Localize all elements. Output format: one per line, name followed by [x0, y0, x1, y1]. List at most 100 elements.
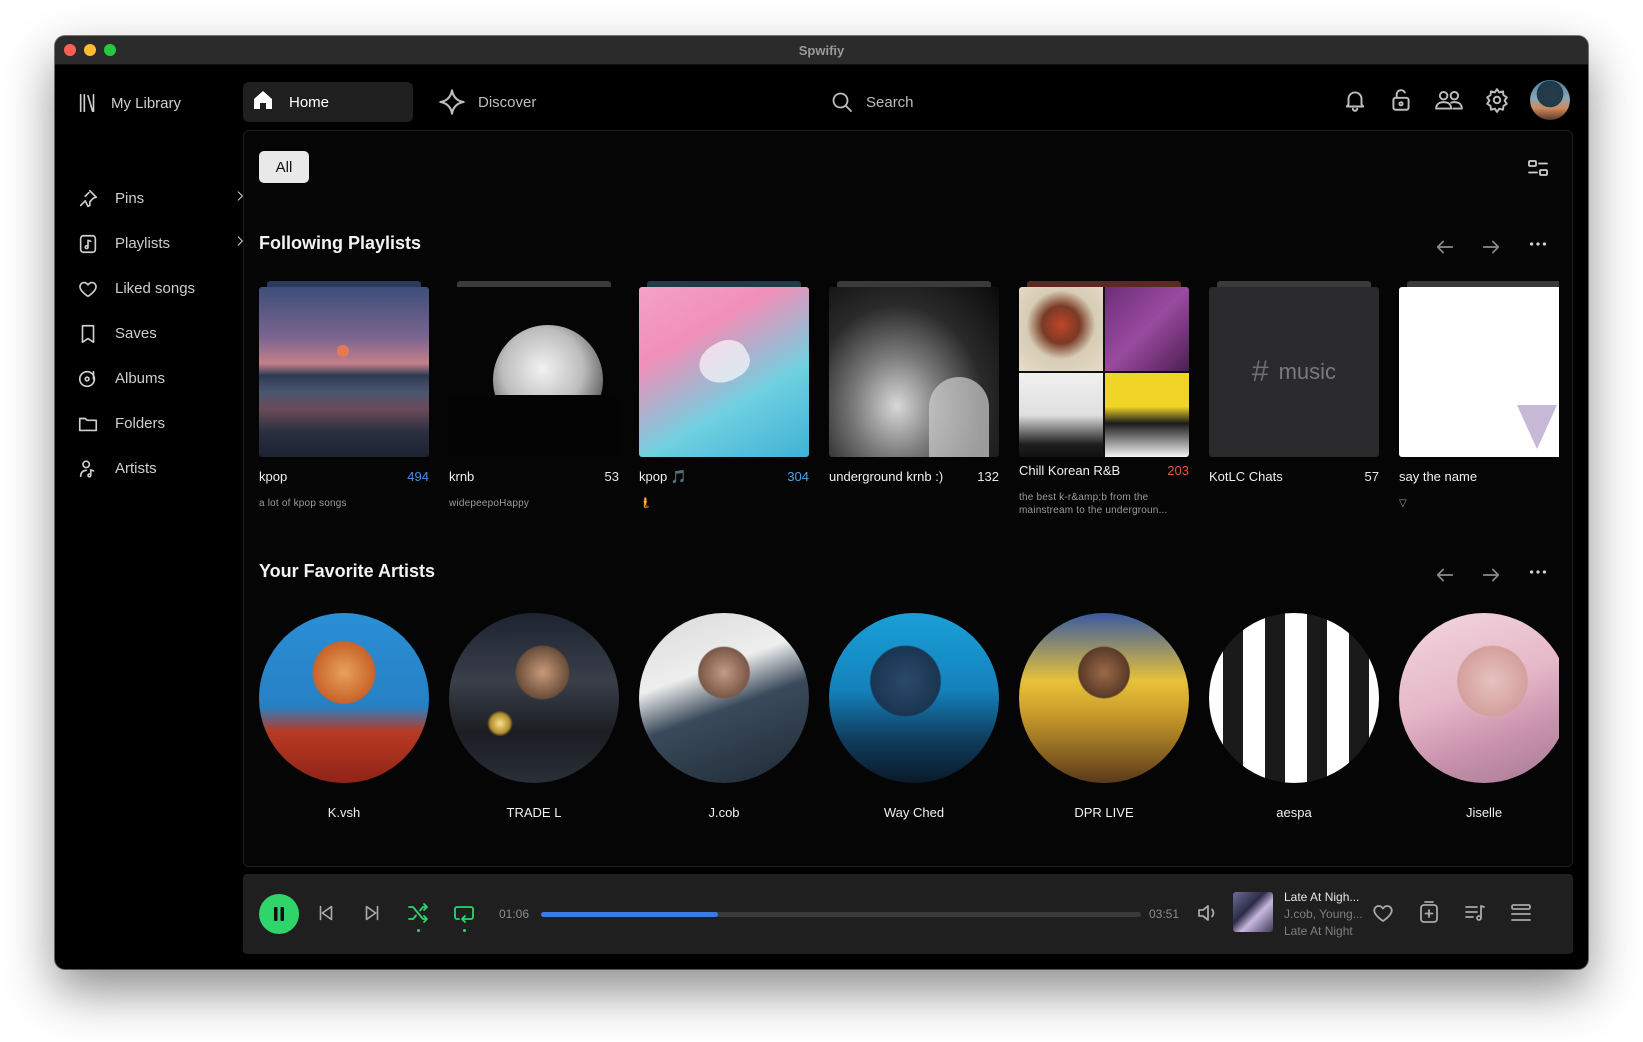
- heart-icon[interactable]: [1371, 901, 1395, 925]
- sidebar-item-label: Albums: [115, 370, 166, 387]
- pause-icon: [274, 907, 284, 921]
- arrow-left-icon[interactable]: [1434, 236, 1456, 258]
- playlist-song-count: 53: [604, 469, 619, 484]
- sidebar-item-label: Pins: [115, 190, 145, 207]
- tab-home[interactable]: Home: [243, 82, 413, 122]
- next-track-icon[interactable]: [361, 902, 383, 924]
- artist-name: TRADE L: [506, 805, 562, 820]
- playlist-description: widepeepoHappy: [449, 498, 530, 509]
- now-playing-title[interactable]: Late At Nigh...: [1284, 890, 1359, 904]
- search-icon: [830, 90, 854, 114]
- gear-icon[interactable]: [1484, 87, 1510, 113]
- tab-discover[interactable]: Discover: [438, 82, 536, 122]
- arrow-right-icon[interactable]: [1480, 564, 1502, 586]
- playlist-song-count: 57: [1364, 469, 1379, 484]
- folder-icon: [77, 413, 99, 435]
- queue-icon[interactable]: [1509, 901, 1533, 925]
- playlist-cover: [829, 287, 999, 457]
- playlist-cover: [639, 287, 809, 457]
- playlist-song-count: 203: [1167, 463, 1189, 478]
- filter-settings-icon[interactable]: [1526, 156, 1550, 180]
- artist-name: J.cob: [708, 805, 740, 820]
- section-title-artists: Your Favorite Artists: [259, 561, 436, 581]
- window-title: Spwifiy: [798, 43, 845, 58]
- lyrics-icon[interactable]: [1463, 901, 1487, 925]
- artist-photo: [259, 613, 429, 783]
- sidebar-item-pins[interactable]: Pins: [77, 176, 243, 221]
- playlist-name: say the name: [1399, 469, 1478, 484]
- previous-track-icon[interactable]: [315, 902, 337, 924]
- volume-icon[interactable]: [1195, 901, 1219, 925]
- pin-icon: [77, 188, 99, 210]
- playlist-song-count: 132: [977, 469, 999, 484]
- tab-home-label: Home: [289, 93, 330, 111]
- collage-tile: [1019, 287, 1103, 371]
- friends-icon[interactable]: [1434, 87, 1464, 113]
- sidebar-item-saves[interactable]: Saves: [77, 311, 237, 356]
- heart-icon: [77, 278, 99, 300]
- playlist-name: Chill Korean R&B: [1019, 463, 1121, 478]
- hash-icon: #: [1251, 355, 1269, 388]
- tree-silhouette: [449, 395, 619, 457]
- playlist-name: kpop: [259, 469, 288, 484]
- moon-shape: [337, 345, 349, 357]
- title-bar: Spwifiy: [55, 36, 1588, 65]
- my-library-header[interactable]: My Library: [77, 90, 181, 116]
- playlist-description: a lot of kpop songs: [259, 498, 347, 509]
- sidebar-item-folders[interactable]: Folders: [77, 401, 237, 446]
- progress-bar[interactable]: [541, 912, 1141, 917]
- add-to-playlist-icon[interactable]: [1417, 900, 1441, 926]
- lock-icon[interactable]: [1388, 87, 1414, 113]
- sidebar-item-label: Folders: [115, 415, 166, 432]
- playlist-cover: [449, 287, 619, 457]
- sidebar-item-label: Playlists: [115, 235, 171, 252]
- sidebar-item-liked-songs[interactable]: Liked songs: [77, 266, 237, 311]
- more-options-icon[interactable]: [1526, 233, 1550, 260]
- pause-button[interactable]: [259, 894, 299, 934]
- playlist-name: KotLC Chats: [1209, 469, 1283, 484]
- artist-photo: [639, 613, 809, 783]
- artist-name: DPR LIVE: [1074, 805, 1134, 820]
- arrow-left-icon[interactable]: [1434, 564, 1456, 586]
- figure-shape: [929, 377, 989, 457]
- bell-icon[interactable]: [1342, 87, 1368, 113]
- playlist-description: ▽: [1399, 498, 1407, 509]
- arrow-right-icon[interactable]: [1480, 236, 1502, 258]
- now-playing-album[interactable]: Late At Night: [1284, 924, 1353, 938]
- sparkle-icon: [438, 88, 466, 116]
- artist-name: Jiselle: [1465, 805, 1503, 820]
- avatar[interactable]: [1530, 80, 1570, 120]
- search-button[interactable]: Search: [830, 82, 914, 122]
- repeat-icon[interactable]: [452, 901, 476, 932]
- collage-tile: [1019, 373, 1103, 457]
- sidebar-item-artists[interactable]: Artists: [77, 446, 237, 491]
- app-window: Spwifiy My Library Pins Playlists Liked …: [55, 36, 1588, 969]
- collage-tile: [1105, 287, 1189, 371]
- now-playing-artwork[interactable]: [1233, 892, 1273, 932]
- sidebar-item-playlists[interactable]: Playlists: [77, 221, 243, 266]
- search-label: Search: [866, 93, 914, 111]
- album-icon: [77, 368, 99, 390]
- playlist-description: 🧜: [639, 498, 652, 509]
- playlist-description: the best k-r&amp;b from the mainstream t…: [1019, 492, 1168, 516]
- shuffle-icon[interactable]: [406, 901, 430, 932]
- artist-name: Way Ched: [883, 805, 945, 820]
- artists-controls: [1434, 561, 1550, 588]
- playlist-cover: # music: [1209, 287, 1379, 457]
- sidebar-item-label: Artists: [115, 460, 157, 477]
- active-indicator: [416, 929, 420, 932]
- artist-photo: [1019, 613, 1189, 783]
- section-title-following: Following Playlists: [259, 233, 422, 253]
- track-duration: 03:51: [1149, 907, 1180, 921]
- top-icon-bar: [1342, 80, 1570, 120]
- filter-chip-all[interactable]: All: [259, 151, 309, 183]
- favorite-artists-carousel: K.vsh TRADE L J.cob Way Ched DPR LIVE ae…: [259, 613, 1559, 823]
- now-playing-artist[interactable]: J.cob, Young...: [1284, 907, 1363, 921]
- following-playlists-carousel: kpop 494 a lot of kpop songs krnb 53 wid…: [259, 281, 1559, 531]
- sidebar-item-label: Saves: [115, 325, 157, 342]
- sidebar-item-albums[interactable]: Albums: [77, 356, 237, 401]
- more-options-icon[interactable]: [1526, 561, 1550, 588]
- library-label: My Library: [111, 94, 182, 112]
- playlist-name: kpop 🎵: [639, 469, 687, 484]
- active-indicator: [462, 929, 466, 932]
